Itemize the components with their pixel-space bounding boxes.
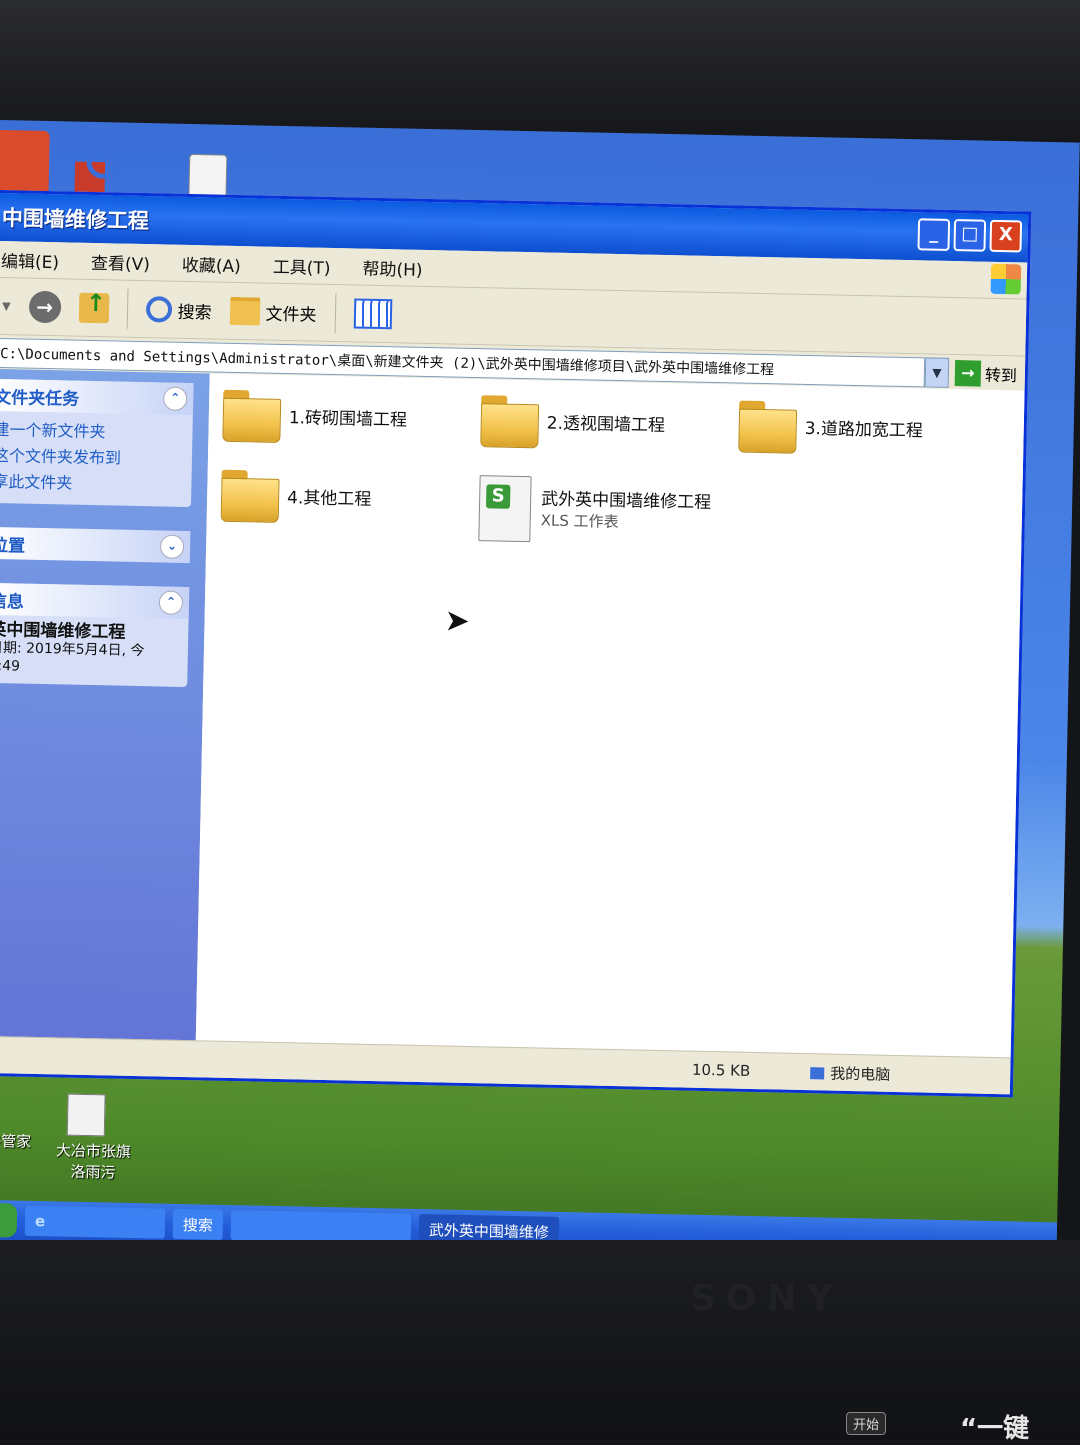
keyboard-key-label: “一键 <box>960 1414 1030 1444</box>
task-share-folder[interactable]: 享此文件夹 <box>0 469 190 499</box>
folder-item[interactable]: 1.砖砌围墙工程 <box>222 390 408 442</box>
desktop-icon-label-line1: 大冶市张旗 <box>55 1141 132 1161</box>
folder-icon <box>222 390 279 439</box>
folder-label: 4.其他工程 <box>286 487 372 510</box>
status-location-wrap: 我的电脑 <box>810 1062 890 1085</box>
toolbar-separator <box>334 293 336 334</box>
folders-label: 文件夹 <box>265 304 317 326</box>
folder-item[interactable]: 2.透视围墙工程 <box>480 395 666 447</box>
status-size: 10.5 KB <box>691 1060 751 1080</box>
folder-tasks-title: 文件夹任务 <box>0 387 80 410</box>
address-dropdown-icon[interactable]: ▼ <box>924 357 950 388</box>
details-time: 5:49 <box>0 657 21 675</box>
places-panel: 位置 ⌄ <box>0 526 191 564</box>
search-icon <box>145 296 172 323</box>
places-title: 位置 <box>0 535 26 557</box>
folders-button[interactable]: 文件夹 <box>229 296 317 327</box>
spreadsheet-type: XLS 工作表 <box>540 510 619 531</box>
menu-view[interactable]: 查看(V) <box>91 248 150 274</box>
taskbar-search-item[interactable]: 搜索 <box>172 1208 224 1240</box>
task-publish-folder[interactable]: 这个文件夹发布到 <box>0 443 190 473</box>
taskbar-window-item[interactable] <box>230 1210 412 1244</box>
monitor-brand-label: SONY <box>690 1278 843 1319</box>
forward-icon[interactable]: → <box>28 290 61 324</box>
start-button[interactable] <box>0 1202 18 1238</box>
folder-label: 2.透视围墙工程 <box>546 413 666 436</box>
details-title: 信息 <box>0 591 25 613</box>
keyboard-key-label: 开始 <box>846 1412 887 1435</box>
folder-tasks-header[interactable]: 文件夹任务 ⌃ <box>0 378 194 416</box>
menu-favorites[interactable]: 收藏(A) <box>182 250 241 276</box>
monitor-bezel-top <box>0 0 1080 140</box>
expand-icon[interactable]: ⌄ <box>159 534 185 559</box>
folder-icon <box>480 395 537 444</box>
my-computer-icon <box>810 1067 825 1080</box>
ie-icon: e <box>34 1211 46 1231</box>
close-button[interactable]: X <box>989 219 1023 253</box>
monitor-bezel-bottom <box>0 1240 1080 1440</box>
places-header[interactable]: 位置 ⌄ <box>0 526 191 564</box>
windows-logo-icon <box>990 263 1022 295</box>
menu-help[interactable]: 帮助(H) <box>362 254 423 280</box>
views-icon[interactable] <box>353 298 392 330</box>
search-button[interactable]: 搜索 <box>145 296 212 323</box>
up-folder-icon[interactable] <box>78 292 109 324</box>
minimize-button[interactable]: _ <box>917 218 951 251</box>
collapse-icon[interactable]: ⌃ <box>158 590 184 615</box>
desktop-file-icon[interactable] <box>66 1093 106 1137</box>
task-new-folder[interactable]: 建一个新文件夹 <box>0 417 191 447</box>
details-date: 日期: 2019年5月4日, 今 <box>0 639 145 660</box>
status-location: 我的电脑 <box>830 1064 891 1084</box>
mouse-pointer-icon: ➤ <box>444 603 471 639</box>
spreadsheet-item[interactable]: 武外英中围墙维修工程 XLS 工作表 <box>478 475 711 546</box>
folder-tasks-panel: 文件夹任务 ⌃ 建一个新文件夹 这个文件夹发布到 享此文件夹 <box>0 378 194 508</box>
toolbar-separator <box>126 288 129 329</box>
desktop-icon-label[interactable]: 大冶市张旗 洛雨污 <box>38 1139 149 1183</box>
folder-label: 3.道路加宽工程 <box>804 418 924 441</box>
file-view[interactable]: 1.砖砌围墙工程 2.透视围墙工程 3.道路加宽工程 4.其他工程 S 武外英中… <box>195 373 1025 1059</box>
back-button[interactable]: ▾ <box>2 296 11 316</box>
collapse-icon[interactable]: ⌃ <box>162 386 188 411</box>
desktop-icon-label-line2: 洛雨污 <box>70 1162 116 1182</box>
folder-label: 1.砖砌围墙工程 <box>288 407 408 431</box>
search-label: 搜索 <box>177 302 212 323</box>
menu-edit[interactable]: 编辑(E) <box>1 247 60 273</box>
folder-item[interactable]: 3.道路加宽工程 <box>738 401 924 453</box>
go-arrow-icon[interactable]: → <box>954 360 982 387</box>
maximize-button[interactable]: □ <box>953 219 987 252</box>
task-pane: 文件夹任务 ⌃ 建一个新文件夹 这个文件夹发布到 享此文件夹 位置 ⌄ 信息 ⌃… <box>0 368 210 1042</box>
details-header[interactable]: 信息 ⌃ <box>0 582 190 620</box>
explorer-window: 中围墙维修工程 _ □ X 编辑(E) 查看(V) 收藏(A) 工具(T) 帮助… <box>0 189 1032 1098</box>
folder-icon <box>229 296 260 326</box>
go-button[interactable]: 转到 <box>985 362 1018 387</box>
desktop-tools-icon[interactable] <box>72 144 123 195</box>
details-panel: 信息 ⌃ 英中围墙维修工程 日期: 2019年5月4日, 今 5:49 <box>0 582 190 688</box>
folder-item[interactable]: 4.其他工程 <box>221 470 372 521</box>
folder-icon <box>221 470 278 519</box>
screen: 中围墙维修工程 _ □ X 编辑(E) 查看(V) 收藏(A) 工具(T) 帮助… <box>0 120 1080 1263</box>
spreadsheet-icon <box>478 475 532 543</box>
window-title: 中围墙维修工程 <box>1 206 150 234</box>
folder-icon <box>738 401 795 450</box>
menu-tools[interactable]: 工具(T) <box>273 252 331 278</box>
taskbar-ie-item[interactable]: e <box>24 1205 166 1239</box>
